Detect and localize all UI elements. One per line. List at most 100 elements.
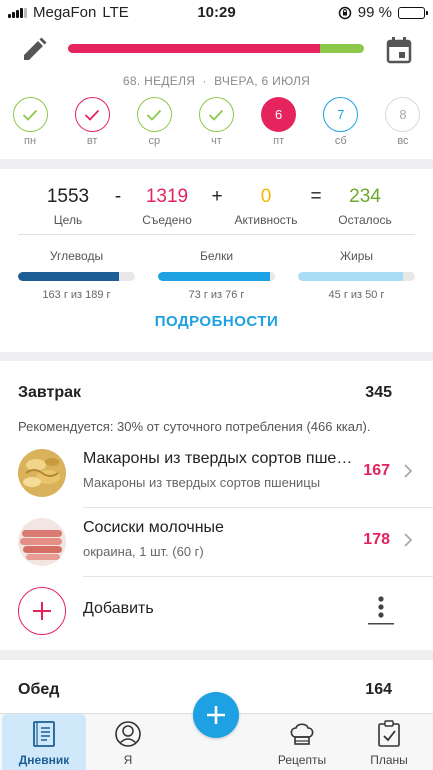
calorie-summary-card: 1553 Цель - 1319 Съедено + 0 Активность … [0, 169, 433, 352]
day-circle[interactable]: 6 [261, 97, 297, 132]
battery-icon [398, 6, 428, 19]
day-чт[interactable]: чт [198, 97, 234, 147]
macro-2: Жиры 45 г из 50 г [298, 249, 415, 301]
meal-total: 164 [365, 681, 392, 698]
day-сб[interactable]: 7 сб [323, 97, 359, 147]
macro-1: Белки 73 г из 76 г [158, 249, 275, 301]
meal-recommendation: Рекомендуется: 30% от суточного потребле… [18, 419, 371, 434]
calendar-icon[interactable] [383, 34, 415, 66]
more-options-icon[interactable] [367, 594, 395, 626]
meal-title: Завтрак [18, 384, 82, 401]
meal-title: Обед [18, 681, 60, 698]
add-food-label[interactable]: Добавить [83, 600, 154, 618]
macro-value: 73 г из 76 г [188, 289, 245, 301]
pasta-photo [18, 449, 66, 497]
food-item-pasta[interactable]: Макароны из твердых сортов пшеницы Макар… [0, 442, 433, 508]
goal-label: Цель [53, 213, 83, 227]
food-title: Макароны из твердых сортов пшеницы [83, 450, 353, 467]
goal-block: 1553 Цель [18, 186, 118, 227]
food-item-sausage[interactable]: Сосиски молочные окраина, 1 шт. (60 г) 1… [0, 511, 433, 577]
food-subtitle: окраина, 1 шт. (60 г) [83, 544, 204, 559]
day-label: вт [86, 135, 98, 147]
day-вс[interactable]: 8 вс [385, 97, 421, 147]
macro-name: Белки [199, 249, 234, 263]
tab-label: Рецепты [277, 753, 327, 767]
day-circle[interactable]: 8 [385, 97, 421, 132]
day-circle[interactable] [12, 97, 48, 132]
edit-icon[interactable] [18, 34, 50, 66]
day-circle[interactable] [74, 97, 110, 132]
macro-value: 163 г из 189 г [42, 289, 111, 301]
add-food-row[interactable]: Добавить [0, 585, 433, 637]
remaining-block: 234 Осталось [315, 186, 415, 227]
day-circle[interactable] [136, 97, 172, 132]
day-пн[interactable]: пн [12, 97, 48, 147]
diary-header: 68. НЕДЕЛЯ · ВЧЕРА, 6 ИЮЛЯ пн вт ср чт 6 пт 7 с… [0, 26, 433, 159]
day-circle[interactable]: 7 [323, 97, 359, 132]
tab-label: Дневник [18, 753, 70, 767]
macro-value: 45 г из 50 г [328, 289, 385, 301]
week-days: пн вт ср чт 6 пт 7 сб 8 вс [12, 97, 421, 147]
activity-block: 0 Активность [216, 186, 316, 227]
tab-plans[interactable]: Планы [347, 714, 431, 770]
status-bar: MegaFon LTE 10:29 99 % [0, 0, 433, 26]
day-пт[interactable]: 6 пт [261, 97, 297, 147]
day-ср[interactable]: ср [136, 97, 172, 147]
tab-label: Я [123, 753, 133, 767]
chef-hat-icon [290, 723, 314, 745]
week-date-line: 68. НЕДЕЛЯ · ВЧЕРА, 6 ИЮЛЯ [0, 74, 433, 88]
check-icon [147, 109, 162, 121]
macro-name: Жиры [339, 249, 374, 263]
divider [18, 234, 415, 235]
eaten-block: 1319 Съедено [117, 186, 217, 227]
week-number: 68. НЕДЕЛЯ [122, 74, 196, 88]
day-number: 8 [399, 107, 407, 122]
orientation-lock-icon [338, 6, 352, 19]
diary-icon [33, 721, 55, 747]
details-button[interactable]: ПОДРОБНОСТИ [0, 313, 433, 330]
day-label: чт [211, 135, 222, 147]
tab-recipes[interactable]: Рецепты [260, 714, 344, 770]
day-number: 6 [275, 107, 283, 122]
remaining-label: Осталось [338, 213, 392, 227]
day-number: 7 [337, 107, 345, 122]
chevron-right-icon [404, 464, 413, 478]
profile-icon [115, 721, 141, 747]
plus-icon [207, 706, 225, 724]
day-вт[interactable]: вт [74, 97, 110, 147]
macro-bar [158, 272, 275, 281]
row-divider [83, 507, 433, 508]
day-label: пн [23, 135, 37, 147]
tab-me[interactable]: Я [86, 714, 170, 770]
add-food-button[interactable] [18, 587, 66, 635]
separator: · [202, 74, 207, 88]
tab-diary[interactable]: Дневник [2, 714, 86, 770]
check-icon [85, 109, 100, 121]
battery-percent: 99 % [357, 4, 392, 21]
food-subtitle: Макароны из твердых сортов пшеницы [83, 475, 321, 490]
meal-total: 345 [365, 384, 392, 401]
plus-icon [33, 602, 51, 620]
macro-0: Углеводы 163 г из 189 г [18, 249, 135, 301]
tab-bar: Дневник Я Рецепты Планы [0, 692, 433, 770]
eaten-label: Съедено [142, 213, 192, 227]
goal-value: 1553 [46, 186, 90, 207]
tab-label: Планы [370, 753, 408, 767]
sausage-photo [18, 518, 66, 566]
progress-remaining [320, 44, 364, 53]
food-kcal: 167 [363, 462, 390, 479]
date-label: ВЧЕРА, 6 ИЮЛЯ [214, 74, 311, 88]
quick-add-button[interactable] [193, 692, 239, 738]
calorie-progress-bar [68, 44, 364, 53]
check-icon [209, 109, 224, 121]
breakfast-card: Завтрак 345 Рекомендуется: 30% от суточн… [0, 361, 433, 650]
food-kcal: 178 [363, 531, 390, 548]
progress-eaten [68, 44, 321, 53]
day-label: сб [334, 135, 347, 147]
row-divider [83, 576, 433, 577]
day-circle[interactable] [198, 97, 234, 132]
macro-bar-fill [18, 272, 119, 281]
macros: Углеводы 163 г из 189 г Белки 73 г из 76 г Ж… [18, 249, 415, 301]
clipboard-icon [378, 720, 400, 747]
activity-label: Активность [234, 213, 298, 227]
